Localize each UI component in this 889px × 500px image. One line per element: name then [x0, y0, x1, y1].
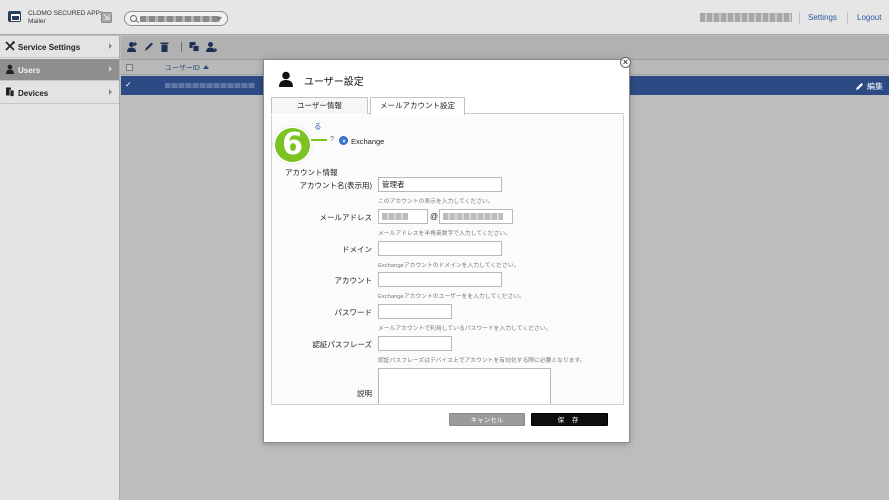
- logout-link[interactable]: Logout: [857, 13, 881, 22]
- chevron-down-icon[interactable]: [216, 17, 222, 21]
- mail-account-panel: る ? Exchange 6 アカウント情報 アカウント名(表示用) 管理者 こ…: [271, 115, 624, 405]
- sidebar-item-users[interactable]: Users: [0, 59, 119, 81]
- password-input[interactable]: [378, 304, 452, 319]
- account-label: アカウント: [334, 276, 373, 285]
- user-export-icon[interactable]: [206, 41, 217, 53]
- close-icon[interactable]: ×: [620, 57, 631, 68]
- domain-label: ドメイン: [342, 245, 372, 254]
- password-label: パスワード: [334, 308, 373, 317]
- modal-tabs: ユーザー情報 メールアカウント設定: [271, 97, 624, 115]
- mail-app-icon: [8, 11, 21, 22]
- section-title-account-info: アカウント情報: [285, 168, 338, 177]
- logged-in-user-redacted: [700, 13, 792, 22]
- chevron-right-icon: [109, 89, 112, 95]
- app-name-line1: CLOMO SECURED APPs: [28, 10, 104, 17]
- account-name-hint: このアカウントの表示を入力してください。: [378, 199, 494, 205]
- domain-hint: Exchangeアカウントのドメインを入力してください。: [378, 263, 520, 269]
- sidebar-item-service-settings[interactable]: Service Settings: [0, 36, 119, 58]
- modal-title: ユーザー設定: [304, 77, 364, 88]
- chevron-right-icon: [109, 66, 112, 72]
- top-header: CLOMO SECURED APPs Mailer ⇲ Settings Log…: [0, 0, 889, 35]
- user-icon: [279, 71, 293, 87]
- user-icon: [6, 64, 14, 74]
- toolbar-divider: [181, 42, 182, 52]
- email-label: メールアドレス: [319, 213, 373, 222]
- email-domain-redacted: [443, 213, 503, 220]
- users-toolbar: [121, 36, 889, 60]
- search-icon: [130, 15, 137, 22]
- cancel-button[interactable]: キャンセル: [449, 413, 525, 426]
- domain-input[interactable]: [378, 241, 502, 256]
- app-name-line2: Mailer: [28, 17, 46, 25]
- copy-icon[interactable]: [189, 41, 200, 53]
- step-badge: 6: [273, 126, 312, 164]
- app-switcher-icon[interactable]: ⇲: [101, 12, 112, 23]
- sidebar: Service Settings Users Devices: [0, 36, 120, 500]
- account-hint: Exchangeアカウントのユーザーをを入力してください。: [378, 294, 526, 300]
- connection-type-link[interactable]: る: [314, 121, 322, 132]
- passphrase-input[interactable]: [378, 336, 452, 351]
- column-header-user-id[interactable]: ユーザーID: [165, 63, 200, 73]
- account-name-input[interactable]: 管理者: [378, 177, 502, 192]
- devices-icon: [6, 87, 15, 97]
- email-domain-input[interactable]: [439, 209, 513, 224]
- search-value-redacted: [140, 16, 220, 22]
- password-hint: メールアカウントで利用しているパスワードを入力してください。: [378, 326, 552, 332]
- add-user-icon[interactable]: [127, 41, 138, 53]
- chevron-right-icon: [109, 43, 112, 49]
- pencil-icon[interactable]: [143, 41, 154, 53]
- user-id-redacted: [165, 83, 255, 88]
- email-at-sign: @: [430, 212, 439, 221]
- header-divider: [799, 12, 800, 24]
- passphrase-label: 認証パスフレーズ: [312, 340, 372, 349]
- description-textarea[interactable]: [378, 368, 551, 404]
- exchange-radio[interactable]: [339, 136, 348, 145]
- edit-label: 編集: [867, 82, 883, 91]
- tab-mail-account-settings[interactable]: メールアカウント設定: [370, 97, 465, 115]
- pencil-icon: [856, 83, 863, 90]
- account-input[interactable]: [378, 272, 502, 287]
- sort-ascending-icon: [203, 65, 209, 69]
- settings-link[interactable]: Settings: [808, 13, 837, 22]
- tools-icon: [5, 41, 15, 51]
- sidebar-item-devices[interactable]: Devices: [0, 82, 119, 104]
- passphrase-hint: 認証パスフレーズはデバイス上でアカウントを有効化する際に必要となります。: [378, 358, 586, 364]
- sidebar-item-label: Devices: [18, 89, 49, 98]
- exchange-radio-label[interactable]: Exchange: [351, 137, 384, 146]
- row-checkbox[interactable]: ✓: [125, 80, 132, 89]
- description-label: 説明: [357, 389, 372, 398]
- header-divider: [847, 12, 848, 24]
- account-name-label: アカウント名(表示用): [299, 181, 373, 190]
- sidebar-item-label: Service Settings: [18, 43, 81, 52]
- save-button[interactable]: 保 存: [531, 413, 608, 426]
- app-name: CLOMO SECURED APPs Mailer: [28, 10, 103, 25]
- trash-icon[interactable]: [159, 41, 170, 53]
- sidebar-item-label: Users: [18, 66, 41, 75]
- email-hint: メールアドレスを半角英数字で入力してください。: [378, 231, 511, 237]
- tab-user-info[interactable]: ユーザー情報: [271, 97, 368, 114]
- search-input[interactable]: [124, 11, 228, 26]
- select-all-checkbox[interactable]: [126, 64, 133, 71]
- email-local-input[interactable]: [378, 209, 428, 224]
- radio-option-fragment: ?: [330, 136, 334, 143]
- user-settings-modal: ユーザー設定 ユーザー情報 メールアカウント設定 る ? Exchange 6 …: [263, 59, 630, 443]
- email-local-redacted: [382, 213, 408, 220]
- edit-link[interactable]: 編集: [855, 81, 883, 92]
